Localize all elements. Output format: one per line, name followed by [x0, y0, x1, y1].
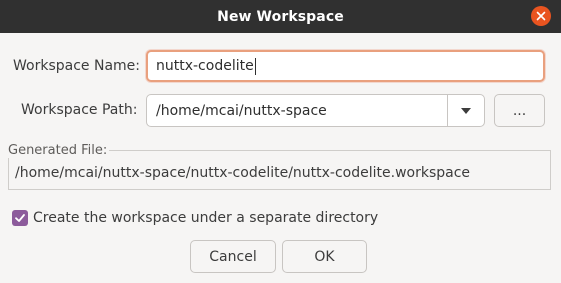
workspace-path-value: /home/mcai/nuttx-space: [156, 102, 327, 119]
checkmark-icon: [15, 214, 25, 222]
generated-file-value: /home/mcai/nuttx-space/nuttx-codelite/nu…: [15, 165, 471, 181]
new-workspace-dialog: New Workspace Workspace Name: nuttx-code…: [0, 0, 561, 283]
separate-directory-checkbox[interactable]: [12, 210, 28, 226]
close-button[interactable]: [531, 6, 551, 26]
separate-directory-label[interactable]: Create the workspace under a separate di…: [33, 210, 378, 226]
cancel-button[interactable]: Cancel: [190, 240, 276, 273]
browse-button[interactable]: ...: [494, 94, 545, 127]
workspace-name-input[interactable]: nuttx-codelite: [146, 50, 545, 82]
workspace-name-label: Workspace Name:: [13, 58, 140, 74]
ok-button[interactable]: OK: [282, 240, 367, 273]
path-dropdown-button[interactable]: [448, 95, 484, 126]
close-icon: [536, 11, 546, 21]
workspace-path-label: Workspace Path:: [21, 102, 138, 118]
generated-file-label: Generated File:: [8, 143, 110, 158]
title-bar: New Workspace: [0, 0, 561, 33]
workspace-name-value: nuttx-codelite: [156, 58, 254, 74]
dialog-title: New Workspace: [217, 8, 344, 25]
workspace-path-combo[interactable]: /home/mcai/nuttx-space: [146, 94, 485, 127]
chevron-down-icon: [461, 107, 471, 114]
text-caret: [254, 57, 256, 75]
